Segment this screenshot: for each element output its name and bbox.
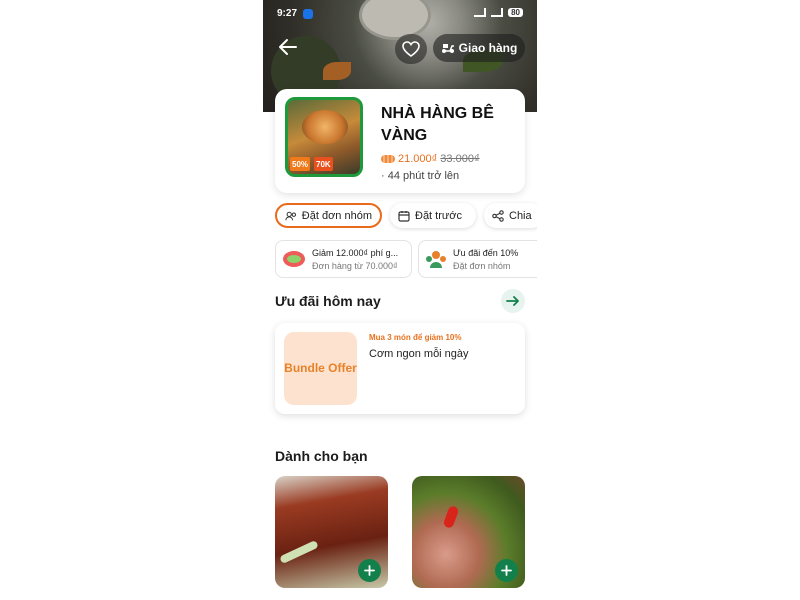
- promo-title: Ưu đãi đến 10%: [453, 247, 519, 258]
- back-button[interactable]: [277, 36, 303, 62]
- arrow-left-icon: [279, 39, 297, 55]
- restaurant-name: NHÀ HÀNG BÊ VÀNG: [381, 105, 494, 144]
- promo-title: Giảm 12.000₫ phí g...: [312, 247, 399, 258]
- delivery-mode-button[interactable]: Giao hàng: [433, 34, 525, 62]
- original-delivery-fee: 33.000₫: [440, 153, 480, 165]
- group-icon: [285, 211, 297, 220]
- status-time: 9:27: [277, 8, 298, 19]
- share-label: Chia: [509, 209, 532, 222]
- add-to-cart-button[interactable]: [358, 559, 381, 582]
- for-you-title: Dành cho bạn: [275, 448, 368, 464]
- today-offers-title: Ưu đãi hôm nay: [275, 293, 381, 309]
- promo-subtitle: Đơn hàng từ 70.000₫: [312, 260, 398, 271]
- promo-card-delivery[interactable]: Giảm 12.000₫ phí g... Đơn hàng từ 70.000…: [275, 240, 412, 278]
- plus-icon: [364, 565, 375, 576]
- bundle-offer-image: Bundle Offer: [284, 332, 357, 405]
- discount-amount-tag: 70K: [314, 157, 333, 171]
- dish-garnish: [442, 504, 460, 530]
- dish-garnish: [279, 539, 319, 565]
- share-button[interactable]: Chia: [484, 203, 537, 228]
- bundle-offer-card[interactable]: Bundle Offer Mua 3 món để giảm 10% Cơm n…: [275, 323, 525, 414]
- thumbnail-food: [302, 110, 348, 144]
- scooter-icon: [441, 44, 454, 53]
- restaurant-info-card: 50% 70K NHÀ HÀNG BÊ VÀNG 21.000₫ 33.000₫…: [275, 89, 525, 193]
- calendar-icon: [398, 210, 410, 222]
- today-offers-more-button[interactable]: [501, 289, 525, 313]
- delivery-fee-row: 21.000₫ 33.000₫: [381, 153, 480, 165]
- group-promo-icon: [426, 251, 446, 268]
- dish-card[interactable]: [275, 476, 388, 588]
- status-right: 80: [474, 8, 523, 17]
- promo-subtitle: Đặt đơn nhóm: [453, 260, 511, 271]
- group-order-label: Đặt đơn nhóm: [301, 209, 372, 222]
- group-order-button[interactable]: Đặt đơn nhóm: [275, 203, 382, 228]
- discount-tag: 50%: [290, 157, 311, 171]
- delivery-promo-icon: [283, 251, 305, 267]
- delivery-fee: 21.000₫: [398, 153, 438, 165]
- battery-icon: 80: [508, 8, 523, 17]
- delivery-fee-icon: [381, 155, 395, 163]
- restaurant-thumbnail: 50% 70K: [285, 97, 363, 177]
- dish-card[interactable]: [412, 476, 525, 588]
- status-bar: 9:27 80: [263, 6, 537, 22]
- add-to-cart-button[interactable]: [495, 559, 518, 582]
- share-icon: [492, 209, 504, 222]
- wifi-icon: [491, 8, 504, 17]
- heart-icon: [402, 41, 420, 57]
- delivery-eta: · 44 phút trở lên: [381, 170, 460, 182]
- app-screen: 9:27 80 Giao hàng 50% 70K NHÀ HÀNG BÊ VÀ…: [263, 0, 537, 600]
- signal-icon: [474, 8, 487, 17]
- promo-card-group[interactable]: Ưu đãi đến 10% Đặt đơn nhóm: [418, 240, 537, 278]
- preorder-button[interactable]: Đặt trước: [390, 203, 476, 228]
- plus-icon: [501, 565, 512, 576]
- preorder-label: Đặt trước: [415, 209, 462, 222]
- favorite-button[interactable]: [395, 34, 427, 64]
- notification-app-icon: [303, 9, 313, 19]
- bundle-name: Cơm ngon mỗi ngày: [369, 348, 469, 360]
- arrow-right-icon: [506, 296, 519, 306]
- delivery-mode-label: Giao hàng: [458, 41, 518, 55]
- bundle-promo-text: Mua 3 món để giảm 10%: [369, 333, 462, 342]
